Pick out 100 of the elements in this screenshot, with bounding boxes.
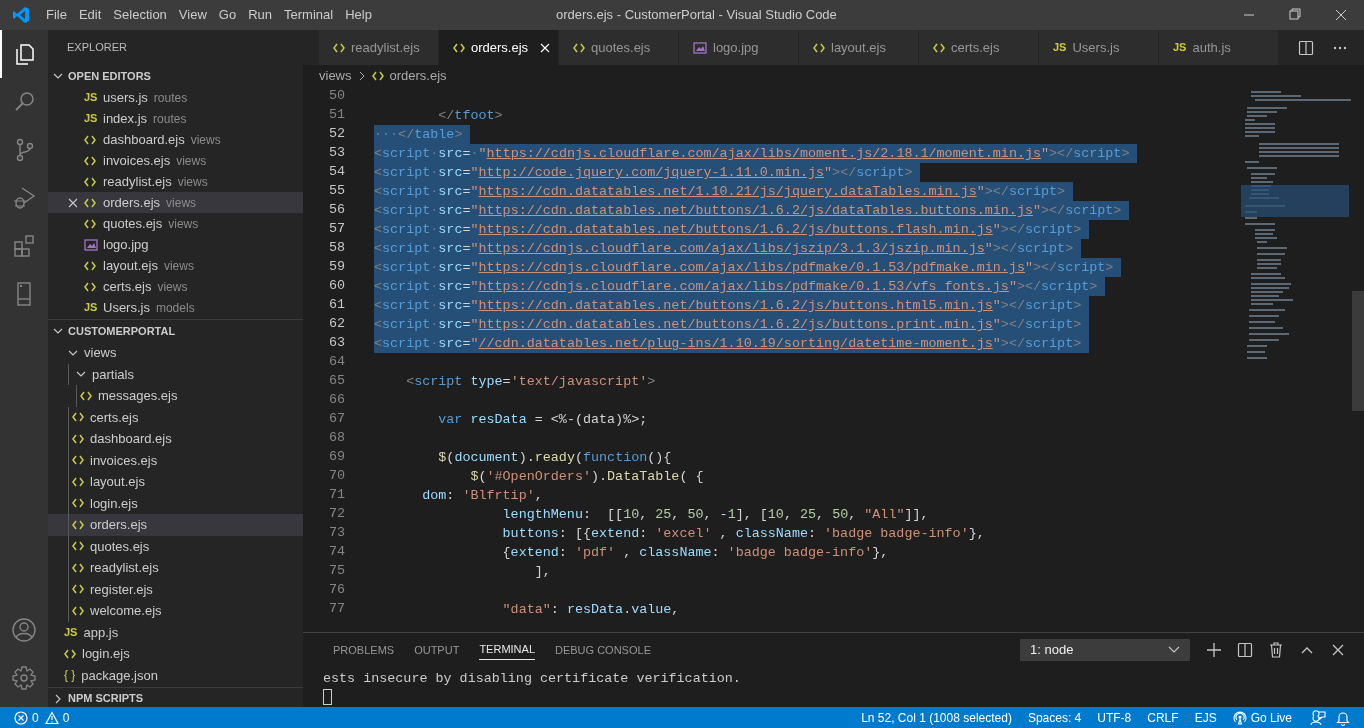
folder-description: views xyxy=(163,257,194,275)
open-editor-item[interactable]: logo.jpg xyxy=(48,234,303,255)
tree-item[interactable]: welcome.ejs xyxy=(48,600,303,622)
code-file-icon xyxy=(72,562,84,573)
extensions-icon[interactable] xyxy=(12,233,36,259)
line-number: 77 xyxy=(327,600,345,619)
line-number: 72 xyxy=(327,505,345,524)
bell-icon[interactable] xyxy=(1336,709,1350,726)
tree-item[interactable]: login.ejs xyxy=(48,492,303,514)
tree-item[interactable]: quotes.ejs xyxy=(48,535,303,557)
tree-item[interactable]: layout.ejs xyxy=(48,471,303,493)
menu-item[interactable]: File xyxy=(40,5,73,25)
folder-row[interactable]: views xyxy=(48,342,303,364)
folder-description: views xyxy=(176,152,207,170)
tree-item[interactable]: register.ejs xyxy=(48,578,303,600)
feedback-icon[interactable] xyxy=(1310,709,1326,726)
code-file-icon xyxy=(813,42,825,53)
code-file-icon xyxy=(72,584,84,595)
terminal-dropdown[interactable]: 1: node xyxy=(1020,639,1190,661)
tree-item[interactable]: { } package.json xyxy=(48,664,303,686)
code-file-icon xyxy=(84,281,96,292)
status-item[interactable]: CRLF xyxy=(1139,708,1187,727)
panel-tab[interactable]: PROBLEMS xyxy=(333,640,395,660)
tree-item[interactable]: login.ejs xyxy=(48,643,303,665)
section-header[interactable]: OPEN EDITORS xyxy=(48,65,303,87)
tree-item[interactable]: messages.ejs xyxy=(48,385,303,407)
tree-item[interactable]: readylist.ejs xyxy=(48,557,303,579)
close-icon[interactable] xyxy=(1330,642,1346,658)
editor-tab[interactable]: logo.jpg xyxy=(679,30,799,65)
line-number: 53 xyxy=(327,144,345,163)
code-file-icon xyxy=(84,134,96,145)
open-editor-item[interactable]: JS Users.js models xyxy=(48,297,303,318)
editor-tab[interactable]: certs.ejs xyxy=(919,30,1039,65)
line-number: 58 xyxy=(327,239,345,258)
panel-tab[interactable]: OUTPUT xyxy=(414,640,460,660)
open-editor-item[interactable]: JS users.js routes xyxy=(48,87,303,108)
open-editor-item[interactable]: certs.ejs views xyxy=(48,276,303,297)
menu-item[interactable]: Edit xyxy=(72,5,108,25)
code-line: </tfoot> xyxy=(437,107,503,125)
open-editor-item[interactable]: readylist.ejs views xyxy=(48,171,303,192)
tree-item[interactable]: JS app.js xyxy=(48,621,303,643)
tree-item[interactable]: dashboard.ejs xyxy=(48,428,303,450)
terminal-cursor xyxy=(323,689,332,705)
tree-item[interactable]: certs.ejs xyxy=(48,406,303,428)
problems-indicator[interactable]: 0 0 xyxy=(0,707,70,728)
code-file-icon xyxy=(72,455,84,466)
editor-tab[interactable]: quotes.ejs xyxy=(559,30,679,65)
open-editor-item[interactable]: quotes.ejs views xyxy=(48,213,303,234)
panel-tab[interactable]: TERMINAL xyxy=(479,640,535,660)
code-file-icon xyxy=(84,197,96,208)
code-file-icon xyxy=(453,42,465,53)
json-file-icon: { } xyxy=(64,669,76,682)
plus-icon[interactable] xyxy=(1206,642,1222,658)
breadcrumb-item[interactable]: views xyxy=(319,66,352,86)
line-number: 68 xyxy=(327,429,345,448)
status-item[interactable]: UTF-8 xyxy=(1089,708,1140,727)
editor-tab[interactable]: readylist.ejs xyxy=(319,30,439,65)
status-item[interactable]: EJS xyxy=(1186,708,1225,727)
line-number: 71 xyxy=(327,486,345,505)
close-icon[interactable] xyxy=(68,197,78,208)
open-editor-item[interactable]: invoices.ejs views xyxy=(48,150,303,171)
open-editor-item[interactable]: layout.ejs views xyxy=(48,255,303,276)
open-editor-item[interactable]: JS index.js routes xyxy=(48,108,303,129)
tree-item[interactable]: orders.ejs xyxy=(48,514,303,536)
editor-tab[interactable]: orders.ejs xyxy=(439,30,559,65)
status-item[interactable]: Spaces: 4 xyxy=(1019,708,1090,727)
menu-item[interactable]: Terminal xyxy=(278,5,340,25)
scrollbar-thumb[interactable] xyxy=(1352,291,1364,411)
line-number: 73 xyxy=(327,524,345,543)
folder-row[interactable]: partials xyxy=(48,363,303,385)
open-editor-item[interactable]: dashboard.ejs views xyxy=(48,129,303,150)
line-number: 59 xyxy=(327,258,345,277)
menu-item[interactable]: View xyxy=(172,5,213,25)
line-number: 63 xyxy=(327,334,345,353)
menu-item[interactable]: Help xyxy=(339,5,378,25)
menu-item[interactable]: Go xyxy=(212,5,243,25)
editor-tab[interactable]: JS auth.js xyxy=(1159,30,1279,65)
status-item[interactable]: Ln 52, Col 1 (1008 selected) xyxy=(853,708,1020,727)
split-editor-icon[interactable] xyxy=(1298,39,1314,56)
go-live-button[interactable]: Go Live xyxy=(1224,708,1300,727)
line-number: 60 xyxy=(327,277,345,296)
editor-tab[interactable]: JS Users.js xyxy=(1039,30,1159,65)
settings-icon[interactable] xyxy=(12,666,36,692)
code-file-icon xyxy=(84,260,96,271)
menu-item[interactable]: Run xyxy=(242,5,278,25)
section-header[interactable]: CUSTOMERPORTAL xyxy=(48,320,303,342)
editor-tab[interactable]: layout.ejs xyxy=(799,30,919,65)
menu-item[interactable]: Selection xyxy=(107,5,173,25)
open-editor-item[interactable]: orders.ejs views xyxy=(48,192,303,213)
run-debug-icon[interactable] xyxy=(12,185,36,211)
trash-icon[interactable] xyxy=(1268,642,1284,658)
code-file-icon xyxy=(72,476,84,487)
breadcrumb-item[interactable]: orders.ejs xyxy=(389,66,447,86)
tree-item[interactable]: invoices.ejs xyxy=(48,449,303,471)
line-number: 62 xyxy=(327,315,345,334)
split-terminal-icon[interactable] xyxy=(1237,642,1253,658)
image-file-icon xyxy=(693,41,707,54)
account-icon[interactable] xyxy=(12,618,36,644)
line-number: 54 xyxy=(327,163,345,182)
panel-tab[interactable]: DEBUG CONSOLE xyxy=(555,640,651,660)
